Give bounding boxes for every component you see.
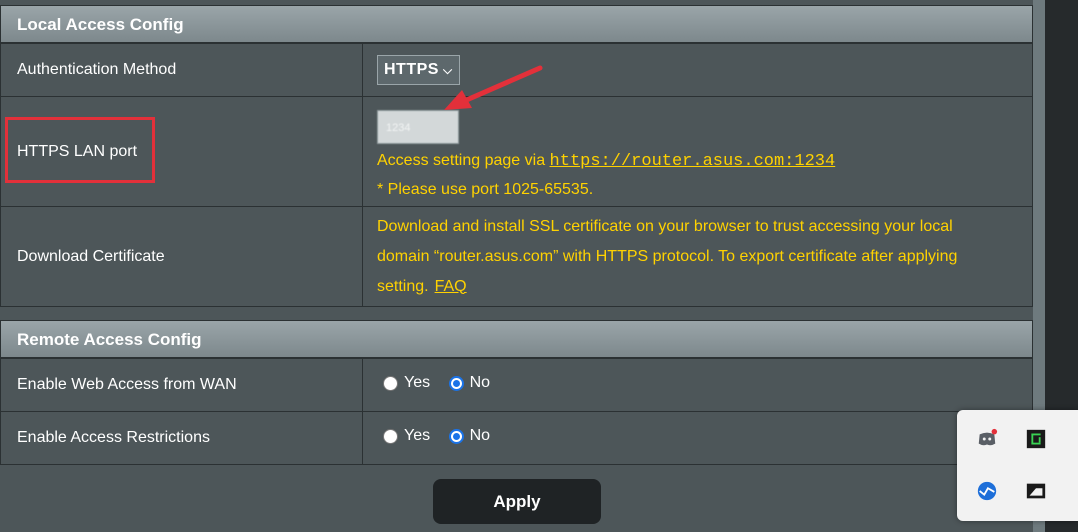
access-restrictions-label: Enable Access Restrictions: [0, 411, 363, 465]
display-icon[interactable]: [1025, 480, 1047, 502]
restrict-yes-option[interactable]: Yes: [383, 427, 430, 445]
faq-link[interactable]: FAQ: [435, 278, 467, 295]
access-url-link[interactable]: https://router.asus.com:1234: [550, 152, 836, 171]
local-access-header: Local Access Config: [0, 5, 1033, 43]
discord-icon[interactable]: [976, 428, 998, 450]
https-port-value: 1234: [386, 121, 411, 134]
wan-yes-option[interactable]: Yes: [383, 374, 430, 392]
terminal-icon[interactable]: [1025, 428, 1047, 450]
remote-access-header: Remote Access Config: [0, 320, 1033, 358]
cert-line-3-text: setting.: [377, 277, 429, 295]
restrict-yes-label: Yes: [404, 427, 431, 445]
port-hint: * Please use port 1025-65535.: [377, 180, 594, 198]
auth-method-value: HTTPS: [384, 61, 439, 78]
cert-description: Download and install SSL certificate on …: [362, 206, 1033, 307]
wan-no-option[interactable]: No: [448, 374, 491, 392]
auth-method-label: Authentication Method: [0, 43, 363, 97]
wan-no-radio[interactable]: [448, 375, 464, 391]
cert-line-1: Download and install SSL certificate on …: [377, 217, 953, 235]
cert-line-3: setting. FAQ: [377, 272, 1031, 302]
access-prefix: Access setting page via: [377, 151, 546, 169]
wan-no-label: No: [469, 374, 491, 392]
system-tray-popup: [957, 410, 1078, 521]
apply-button[interactable]: Apply: [433, 479, 601, 524]
access-url-line: Access setting page via https://router.a…: [377, 152, 1031, 171]
download-cert-label: Download Certificate: [0, 206, 363, 307]
network-icon[interactable]: [976, 480, 998, 502]
cert-line-2: domain “router.asus.com” with HTTPS prot…: [377, 247, 958, 265]
wan-access-label: Enable Web Access from WAN: [0, 358, 363, 412]
highlight-box: [5, 117, 155, 183]
wan-yes-label: Yes: [404, 374, 431, 392]
restrict-yes-radio[interactable]: [383, 428, 398, 444]
restrict-no-label: No: [469, 427, 491, 445]
remote-access-panel: Remote Access Config Enable Web Access f…: [0, 320, 1033, 465]
restrict-no-radio[interactable]: [448, 428, 464, 444]
annotation-arrow-icon: [444, 65, 543, 110]
wan-yes-radio[interactable]: [383, 375, 398, 391]
restrict-no-option[interactable]: No: [448, 427, 491, 445]
